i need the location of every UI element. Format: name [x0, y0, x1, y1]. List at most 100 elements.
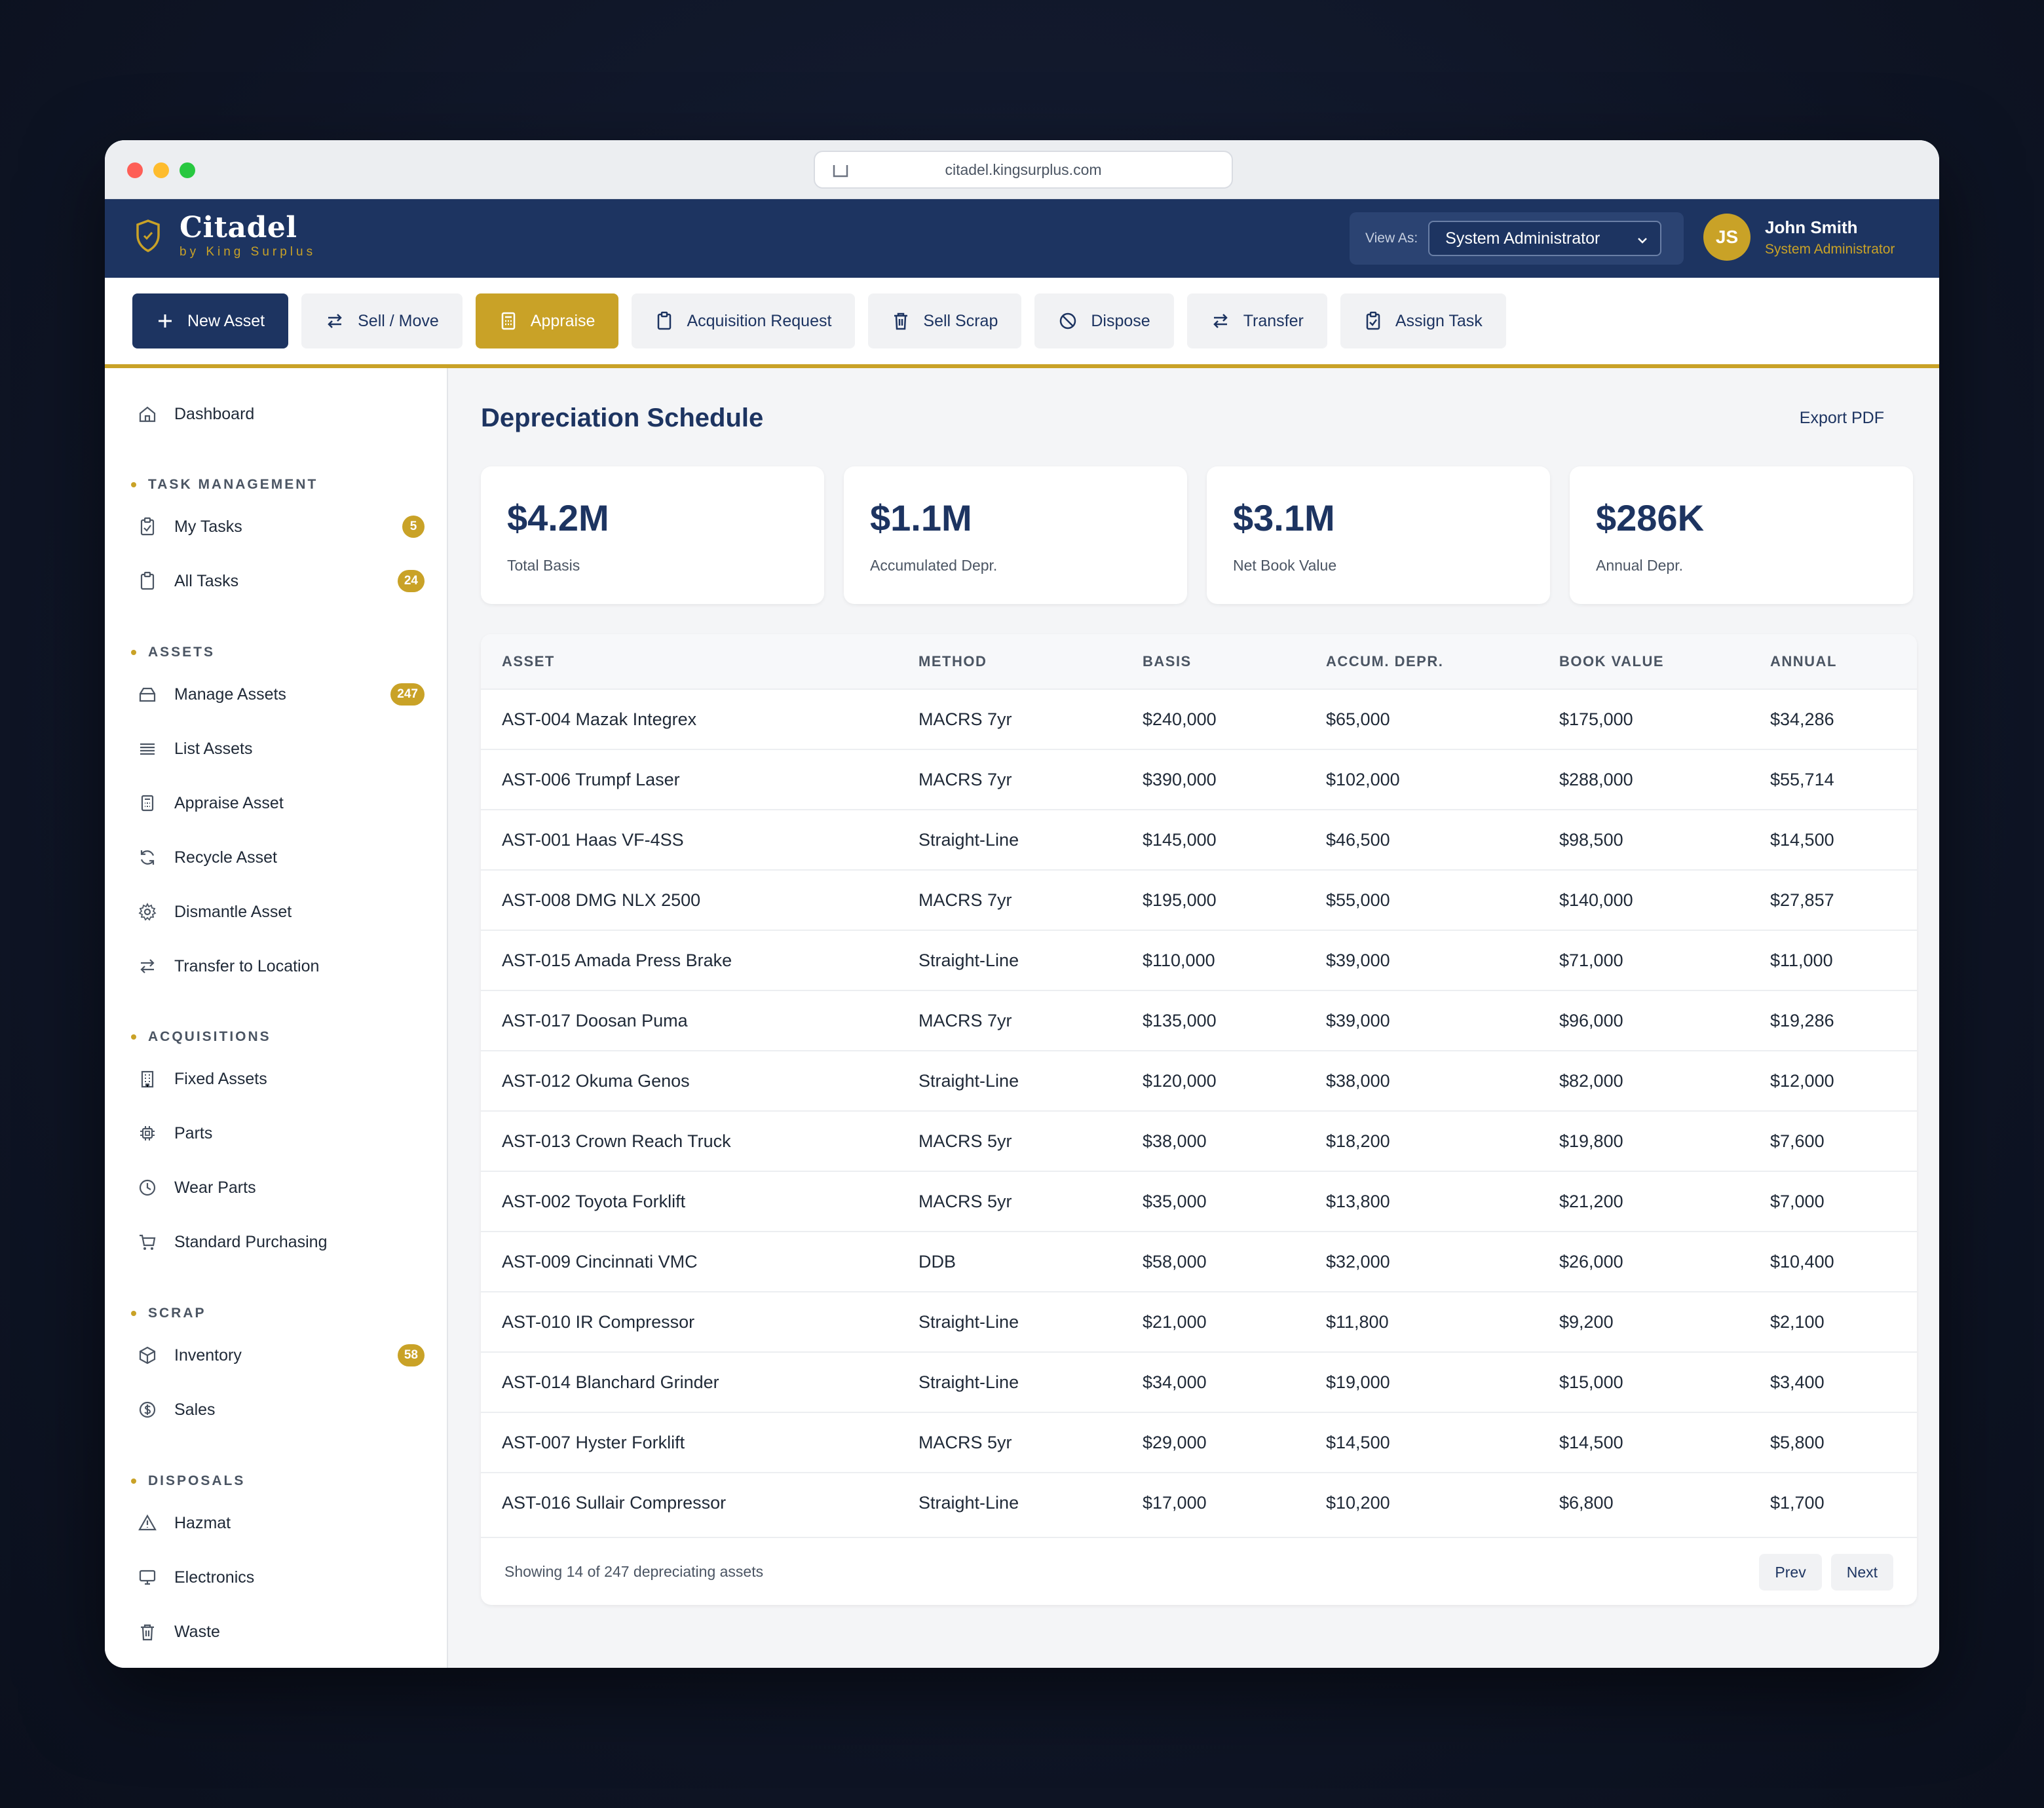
sell-scrap-button[interactable]: Sell Scrap: [868, 293, 1022, 348]
minimize-window-button[interactable]: [153, 162, 169, 178]
stat-card-annual-depr: $286K Annual Depr.: [1570, 466, 1913, 604]
sidebar-item-all-tasks[interactable]: All Tasks 24: [136, 561, 425, 601]
acquisition-request-button[interactable]: Acquisition Request: [632, 293, 856, 348]
sidebar-item-transfer-to-location[interactable]: Transfer to Location: [136, 947, 425, 986]
table-row[interactable]: AST-008 DMG NLX 2500 MACRS 7yr $195,000 $55…: [481, 870, 1917, 930]
chip-icon: [136, 1122, 159, 1144]
cell-book-value: $98,500: [1559, 829, 1623, 850]
section-label: SCRAP: [148, 1306, 206, 1321]
table-row[interactable]: AST-010 IR Compressor Straight-Line $21,00…: [481, 1292, 1917, 1352]
stat-label: Accumulated Depr.: [870, 557, 998, 574]
export-pdf-button[interactable]: Export PDF: [1800, 409, 1884, 428]
sidebar-item-my-tasks[interactable]: My Tasks 5: [136, 507, 425, 546]
clipboard-check-icon: [136, 516, 159, 538]
sidebar-item-list-assets[interactable]: List Assets: [136, 729, 425, 768]
cell-accum-depr: $65,000: [1326, 709, 1390, 729]
sidebar-item-label: Standard Purchasing: [174, 1232, 328, 1251]
table-row[interactable]: AST-012 Okuma Genos Straight-Line $120,000…: [481, 1051, 1917, 1111]
assign-task-button[interactable]: Assign Task: [1340, 293, 1506, 348]
transfer-button[interactable]: Transfer: [1186, 293, 1327, 348]
cell-book-value: $15,000: [1559, 1372, 1623, 1392]
sidebar-item-appraise-asset[interactable]: Appraise Asset: [136, 783, 425, 823]
transfer-label: Transfer: [1243, 311, 1304, 330]
count-badge: 24: [397, 570, 425, 592]
url-text: citadel.kingsurplus.com: [945, 160, 1102, 178]
sidebar-item-dashboard[interactable]: Dashboard: [136, 394, 425, 434]
archive-icon: [136, 683, 159, 706]
table-row[interactable]: AST-009 Cincinnati VMC DDB $58,000 $32,000 $…: [481, 1232, 1917, 1292]
sidebar-item-label: Inventory: [174, 1346, 242, 1365]
cell-basis: $34,000: [1143, 1372, 1207, 1392]
sidebar-item-electronics[interactable]: Electronics: [136, 1558, 425, 1597]
maximize-window-button[interactable]: [180, 162, 195, 178]
cell-asset: AST-012 Okuma Genos: [502, 1070, 690, 1091]
sidebar-item-wear-parts[interactable]: Wear Parts: [136, 1168, 425, 1207]
sidebar-item-inventory[interactable]: Inventory 58: [136, 1336, 425, 1375]
clipboard-check-icon: [1366, 311, 1380, 330]
close-window-button[interactable]: [127, 162, 143, 178]
sidebar-item-fixed-assets[interactable]: Fixed Assets: [136, 1059, 425, 1099]
column-header-basis[interactable]: BASIS: [1122, 634, 1305, 689]
cell-basis: $29,000: [1143, 1432, 1207, 1452]
dollar-icon: [136, 1399, 159, 1421]
sidebar-item-recycle-asset[interactable]: Recycle Asset: [136, 838, 425, 877]
sidebar-item-parts[interactable]: Parts: [136, 1114, 425, 1153]
table-row[interactable]: AST-002 Toyota Forklift MACRS 5yr $35,000 $…: [481, 1171, 1917, 1232]
address-bar[interactable]: citadel.kingsurplus.com: [814, 151, 1233, 189]
sidebar-item-dismantle-asset[interactable]: Dismantle Asset: [136, 892, 425, 932]
appraise-button[interactable]: Appraise: [475, 293, 619, 348]
table-row[interactable]: AST-014 Blanchard Grinder Straight-Line $3…: [481, 1352, 1917, 1412]
cell-basis: $38,000: [1143, 1131, 1207, 1151]
next-page-button[interactable]: Next: [1830, 1554, 1893, 1591]
cell-asset: AST-013 Crown Reach Truck: [502, 1131, 731, 1151]
table-row[interactable]: AST-007 Hyster Forklift MACRS 5yr $29,000 $…: [481, 1412, 1917, 1473]
sidebar-item-label: Recycle Asset: [174, 848, 278, 867]
cell-annual: $19,286: [1770, 1010, 1834, 1030]
sidebar-item-sales[interactable]: Sales: [136, 1390, 425, 1429]
sidebar-item-hazmat[interactable]: Hazmat: [136, 1503, 425, 1543]
cell-annual: $5,800: [1770, 1432, 1825, 1452]
section-disposals: DISPOSALS: [131, 1473, 245, 1489]
dispose-button[interactable]: Dispose: [1034, 293, 1174, 348]
column-header-method[interactable]: METHOD: [898, 634, 1122, 689]
column-header-book-value[interactable]: BOOK VALUE: [1538, 634, 1749, 689]
chevron-down-icon: [1638, 238, 1648, 244]
action-toolbar: New Asset Sell / Move Appraise Acquisiti…: [105, 278, 1939, 368]
sidebar-item-manage-assets[interactable]: Manage Assets 247: [136, 675, 425, 714]
prev-page-button[interactable]: Prev: [1759, 1554, 1822, 1591]
new-asset-button[interactable]: New Asset: [132, 293, 289, 348]
cell-annual: $2,100: [1770, 1311, 1825, 1332]
main-content: Depreciation Schedule Export PDF $4.2M T…: [448, 368, 1939, 1668]
cell-asset: AST-006 Trumpf Laser: [502, 769, 680, 789]
user-role: System Administrator: [1765, 241, 1895, 257]
sidebar-item-standard-purchasing[interactable]: Standard Purchasing: [136, 1222, 425, 1262]
table-row[interactable]: AST-015 Amada Press Brake Straight-Line $1…: [481, 930, 1917, 990]
table-row[interactable]: AST-017 Doosan Puma MACRS 7yr $135,000 $39,…: [481, 990, 1917, 1051]
sidebar-item-waste[interactable]: Waste: [136, 1612, 425, 1651]
dispose-label: Dispose: [1091, 311, 1150, 330]
cell-basis: $110,000: [1143, 950, 1215, 970]
user-menu[interactable]: JS John Smith System Administrator: [1703, 214, 1895, 261]
table-row[interactable]: AST-013 Crown Reach Truck MACRS 5yr $38,00…: [481, 1111, 1917, 1171]
table-row[interactable]: AST-004 Mazak Integrex MACRS 7yr $240,000 $…: [481, 689, 1917, 749]
user-name: John Smith: [1765, 217, 1858, 237]
table-row[interactable]: AST-006 Trumpf Laser MACRS 7yr $390,000 $10…: [481, 749, 1917, 810]
table-row[interactable]: AST-016 Sullair Compressor Straight-Line $…: [481, 1473, 1917, 1533]
table-row[interactable]: AST-001 Haas VF-4SS Straight-Line $145,000…: [481, 810, 1917, 870]
cart-icon: [136, 1231, 159, 1253]
stat-card-total-basis: $4.2M Total Basis: [481, 466, 824, 604]
column-header-annual[interactable]: ANNUAL: [1749, 634, 1917, 689]
stat-value: $3.1M: [1233, 497, 1335, 538]
sidebar-item-label: Electronics: [174, 1568, 255, 1587]
sell-move-button[interactable]: Sell / Move: [301, 293, 463, 348]
column-header-accum-depr[interactable]: ACCUM. DEPR.: [1305, 634, 1538, 689]
calculator-icon: [136, 792, 159, 814]
window-controls: [127, 162, 195, 178]
brand[interactable]: Citadel by King Surplus: [135, 212, 316, 259]
ban-icon: [1060, 312, 1076, 330]
column-header-asset[interactable]: ASSET: [481, 634, 898, 689]
view-as-select[interactable]: System Administrator: [1428, 221, 1662, 256]
plus-icon: [159, 314, 172, 328]
cell-basis: $21,000: [1143, 1311, 1207, 1332]
stat-label: Net Book Value: [1233, 557, 1337, 574]
